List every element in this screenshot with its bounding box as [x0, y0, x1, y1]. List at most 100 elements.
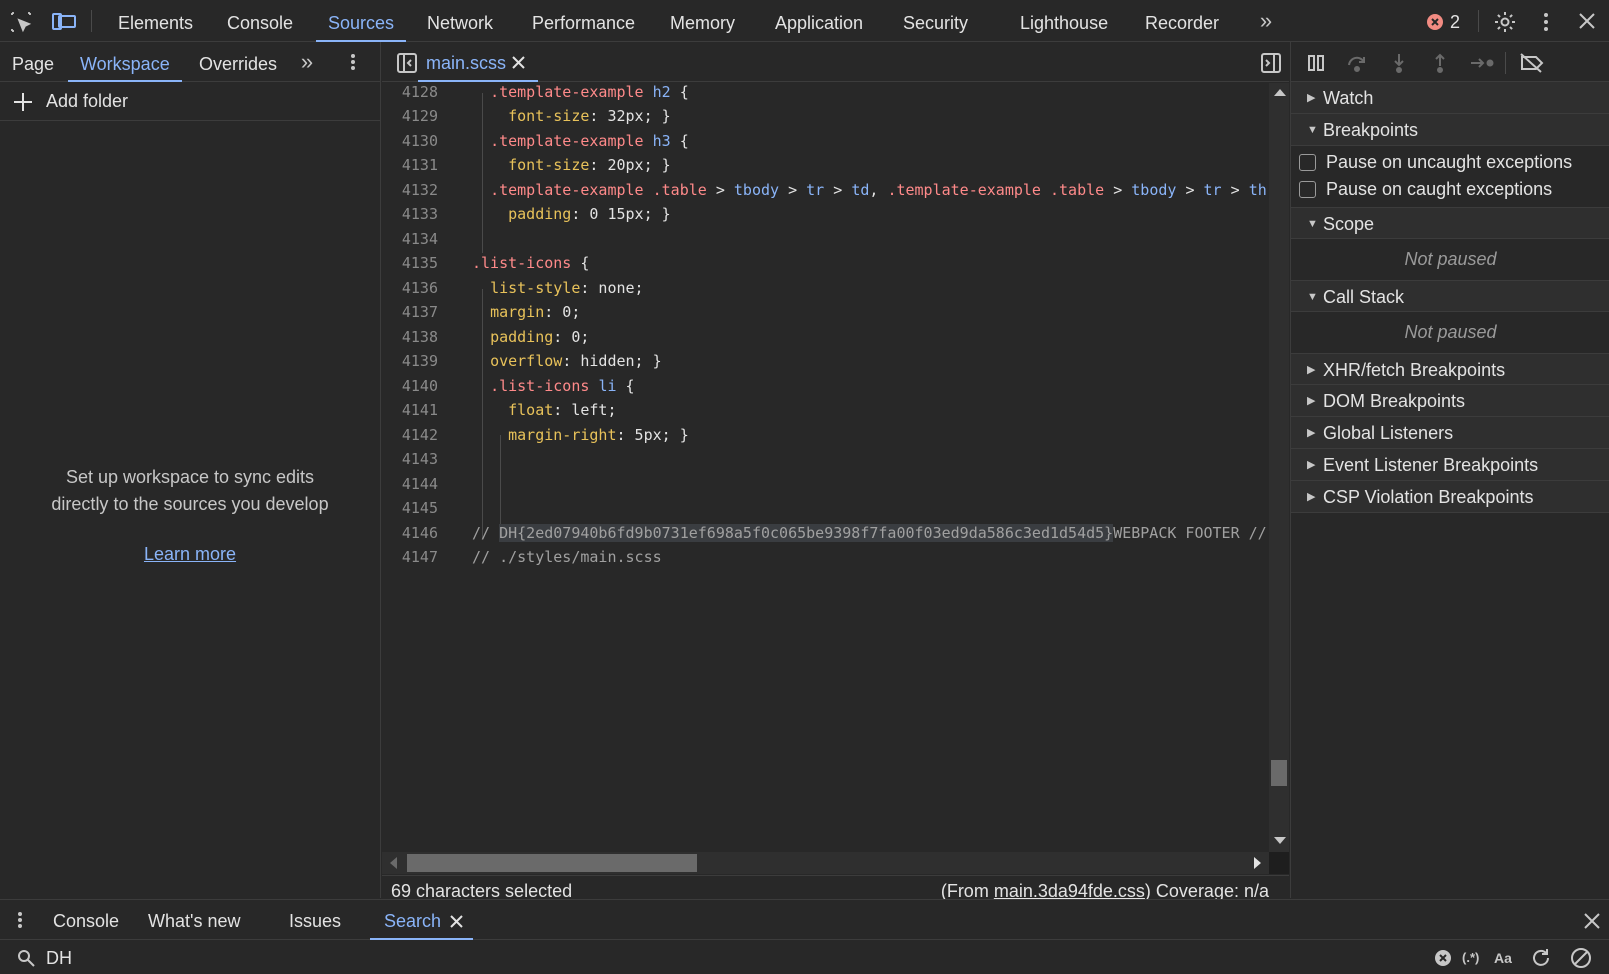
scroll-down-icon[interactable]	[1274, 837, 1286, 844]
tab-performance[interactable]: Performance	[532, 0, 635, 42]
learn-more-link[interactable]: Learn more	[144, 544, 236, 564]
vertical-scrollbar[interactable]	[1269, 83, 1289, 852]
code-line: padding: 0;	[490, 328, 590, 346]
tab-security[interactable]: Security	[903, 0, 968, 42]
kebab-menu-icon[interactable]	[1536, 9, 1556, 35]
line-number: 4147	[401, 548, 438, 566]
section-watch-label: Watch	[1323, 88, 1374, 108]
close-drawer-icon[interactable]	[1582, 911, 1602, 931]
search-icon	[16, 948, 36, 968]
tab-sources[interactable]: Sources	[315, 0, 407, 42]
code-line: font-size: 32px; }	[508, 107, 671, 125]
scope-status: Not paused	[1404, 249, 1497, 269]
tab-console[interactable]: Console	[227, 0, 293, 42]
toggle-navigator-icon[interactable]	[396, 52, 418, 74]
line-number: 4140	[401, 377, 438, 395]
tab-memory[interactable]: Memory	[670, 0, 735, 42]
step-out-icon[interactable]	[1429, 52, 1451, 74]
inspect-element-icon[interactable]	[8, 9, 34, 35]
vertical-scroll-thumb[interactable]	[1271, 760, 1287, 786]
step-over-icon[interactable]	[1346, 52, 1368, 74]
pause-caught-checkbox[interactable]	[1299, 181, 1316, 198]
pause-caught-row[interactable]: Pause on caught exceptions	[1299, 179, 1552, 200]
main-toolbar: Elements Console Sources Network Perform…	[0, 0, 1609, 42]
more-tabs-icon[interactable]: »	[296, 51, 318, 73]
settings-icon[interactable]	[1492, 9, 1518, 35]
error-icon[interactable]	[1426, 13, 1444, 31]
search-input[interactable]	[46, 945, 1426, 971]
section-breakpoints-label: Breakpoints	[1323, 120, 1419, 140]
code-area[interactable]: 4128 .template-example h2 { 4129 font-si…	[382, 83, 1269, 852]
tab-page[interactable]: Page	[12, 42, 54, 82]
clear-search-icon[interactable]	[1434, 949, 1452, 967]
pause-caught-label: Pause on caught exceptions	[1326, 179, 1553, 199]
search-bar: (.*) Aa	[0, 941, 1609, 974]
file-tab[interactable]: main.scss	[418, 42, 560, 82]
pause-resume-icon[interactable]	[1305, 52, 1327, 74]
pause-uncaught-label: Pause on uncaught exceptions	[1326, 152, 1573, 172]
line-number: 4135	[401, 254, 438, 272]
toggle-debugger-icon[interactable]	[1260, 52, 1282, 74]
kebab-menu-icon[interactable]	[347, 52, 359, 72]
section-call-stack[interactable]: ▼ Call Stack	[1291, 280, 1609, 312]
horizontal-scrollbar[interactable]	[382, 852, 1269, 874]
section-dom-breakpoints[interactable]: ▶ DOM Breakpoints	[1291, 385, 1609, 417]
section-csp-violation-breakpoints[interactable]: ▶ CSP Violation Breakpoints	[1291, 481, 1609, 513]
scroll-right-icon[interactable]	[1254, 857, 1261, 869]
drawer-tab-search[interactable]: Search	[369, 900, 474, 940]
regex-toggle[interactable]: (.*)	[1462, 950, 1479, 965]
line-number: 4133	[401, 205, 438, 223]
step-icon[interactable]	[1469, 52, 1495, 74]
step-into-icon[interactable]	[1388, 52, 1410, 74]
section-global-listeners[interactable]: ▶ Global Listeners	[1291, 417, 1609, 449]
section-breakpoints[interactable]: ▼ Breakpoints	[1291, 114, 1609, 146]
close-search-tab-icon[interactable]	[448, 913, 464, 929]
add-folder-button[interactable]: Add folder	[0, 83, 380, 121]
tab-network[interactable]: Network	[427, 0, 493, 42]
drawer-tab-whats-new[interactable]: What's new	[148, 900, 240, 940]
scroll-up-icon[interactable]	[1274, 89, 1286, 96]
horizontal-scroll-thumb[interactable]	[407, 854, 697, 872]
deactivate-breakpoints-icon[interactable]	[1519, 52, 1545, 74]
clear-results-icon[interactable]	[1570, 947, 1592, 969]
tab-overrides[interactable]: Overrides	[199, 42, 277, 82]
error-count[interactable]: 2	[1450, 12, 1460, 33]
pause-uncaught-row[interactable]: Pause on uncaught exceptions	[1299, 152, 1572, 173]
source-map-link[interactable]: main.3da94fde.css	[994, 881, 1145, 901]
coverage-status: ) Coverage: n/a	[1144, 881, 1269, 901]
editor-pane: main.scss 4128 .template-example h2 { 41…	[382, 42, 1289, 901]
device-toolbar-icon[interactable]	[50, 9, 78, 35]
tab-recorder[interactable]: Recorder	[1145, 0, 1219, 42]
more-tabs-icon[interactable]: »	[1254, 10, 1278, 32]
tab-workspace[interactable]: Workspace	[68, 42, 182, 82]
code-line: // ./styles/main.scss	[472, 548, 662, 566]
tab-application[interactable]: Application	[775, 0, 863, 42]
line-number: 4142	[401, 426, 438, 444]
close-tab-icon[interactable]	[510, 54, 526, 70]
empty-message-line: Set up workspace to sync edits	[65, 467, 315, 487]
match-case-toggle[interactable]: Aa	[1494, 950, 1512, 966]
section-event-label: Event Listener Breakpoints	[1323, 455, 1539, 475]
drawer-tabbar: Console What's new Issues Search	[0, 900, 1609, 940]
line-number: 4134	[401, 230, 438, 248]
line-number: 4136	[401, 279, 438, 297]
section-xhr-breakpoints[interactable]: ▶ XHR/fetch Breakpoints	[1291, 353, 1609, 385]
kebab-menu-icon[interactable]	[14, 910, 26, 930]
line-number: 4138	[401, 328, 438, 346]
code-line: list-style: none;	[490, 279, 644, 297]
section-scope[interactable]: ▼ Scope	[1291, 207, 1609, 239]
drawer-tab-console[interactable]: Console	[53, 900, 119, 940]
section-event-listener-breakpoints[interactable]: ▶ Event Listener Breakpoints	[1291, 449, 1609, 481]
section-watch[interactable]: ▶ Watch	[1291, 82, 1609, 114]
pause-uncaught-checkbox[interactable]	[1299, 154, 1316, 171]
close-icon[interactable]	[1576, 10, 1598, 32]
refresh-icon[interactable]	[1530, 947, 1552, 969]
line-number: 4132	[401, 181, 438, 199]
tab-elements[interactable]: Elements	[118, 0, 193, 42]
drawer-tab-issues[interactable]: Issues	[289, 900, 341, 940]
scroll-left-icon[interactable]	[390, 857, 397, 869]
tab-lighthouse[interactable]: Lighthouse	[1020, 0, 1108, 42]
learn-more-link-wrap: Learn more	[0, 544, 380, 565]
editor-status-bar: 69 characters selected (From main.3da94f…	[382, 875, 1289, 901]
code-line: font-size: 20px; }	[508, 156, 671, 174]
